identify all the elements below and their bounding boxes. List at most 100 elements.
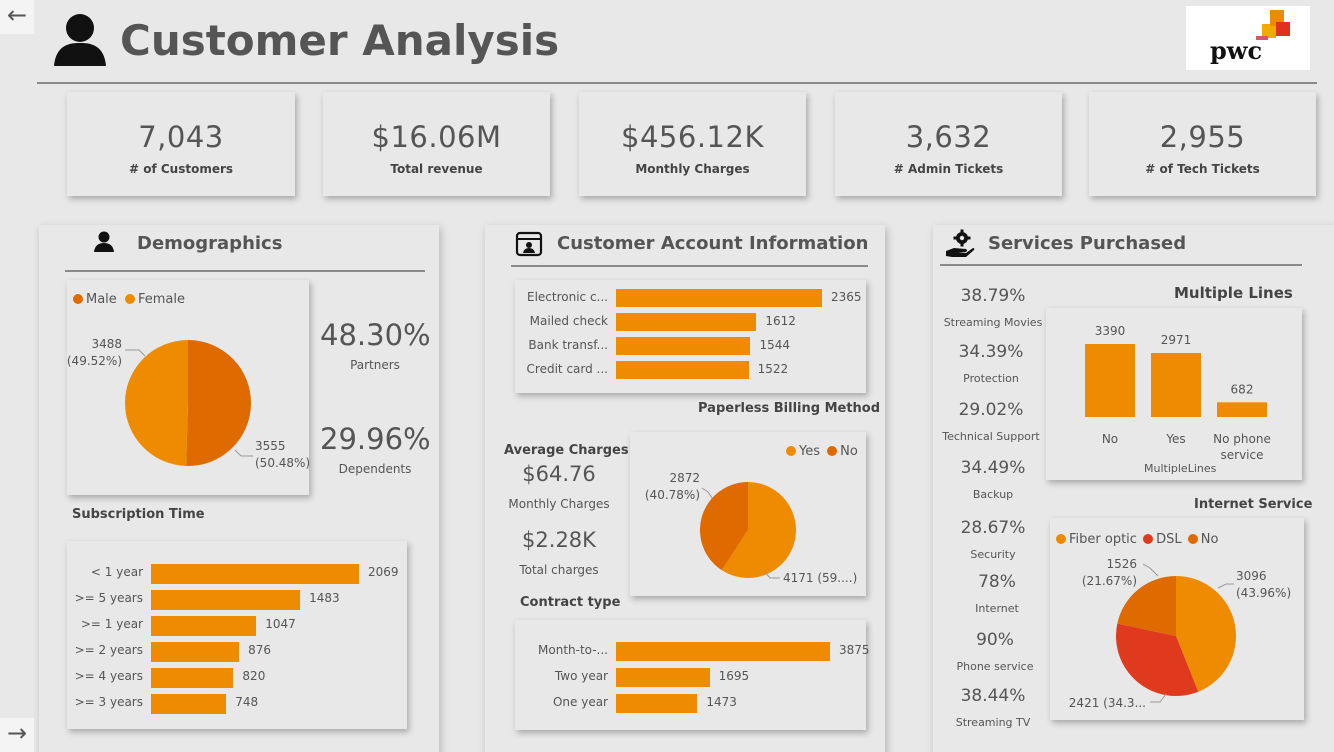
- bar-value: 3875: [839, 643, 870, 657]
- tick-label: Yes: [1165, 432, 1185, 446]
- bar-value: 2971: [1161, 333, 1192, 347]
- pie-slice-female[interactable]: [124, 340, 188, 466]
- contract-bar-chart[interactable]: Month-to-... 3875 Two year 1695 One year 1473: [515, 620, 870, 730]
- stat-streaming-movies-pct: 38.79%: [960, 286, 1026, 306]
- internet-pct-fiber: (43.96%): [1236, 586, 1291, 600]
- bar-label: >= 4 years: [74, 669, 143, 683]
- avg-charges-title: Average Charges: [504, 443, 629, 458]
- bar[interactable]: [1151, 353, 1201, 417]
- services-title: Services Purchased: [988, 233, 1187, 254]
- tick-label: No phone service: [1213, 432, 1271, 462]
- gender-label-male: 3555: [255, 439, 286, 453]
- internet-label-no: 1526: [1106, 557, 1137, 571]
- paperless-pie-chart[interactable]: 2872 (40.78%) 4171 (59....): [630, 432, 866, 596]
- stat-streaming-tv-label: Streaming TV: [955, 716, 1031, 729]
- stat-protection-label: Protection: [963, 372, 1019, 385]
- bar[interactable]: [616, 337, 751, 355]
- bar[interactable]: [151, 642, 240, 662]
- bar[interactable]: [616, 361, 749, 379]
- bar-value: 1522: [757, 362, 789, 376]
- kpi-value: $456.12K: [621, 120, 764, 154]
- bar[interactable]: [616, 313, 757, 331]
- bar-label: >= 1 year: [80, 617, 143, 631]
- avg-monthly-label: Monthly Charges: [508, 497, 610, 511]
- bar[interactable]: [616, 289, 822, 307]
- internet-label-fiber: 3096: [1236, 569, 1267, 583]
- person-icon: [93, 231, 115, 253]
- pie-slice-male[interactable]: [186, 340, 251, 466]
- bar-value: 2365: [831, 290, 862, 304]
- internet-pct-no: (21.67%): [1082, 574, 1137, 588]
- kpi-revenue: $16.06M Total revenue: [323, 92, 550, 196]
- stat-tech-support-pct: 29.02%: [958, 400, 1024, 420]
- kpi-tech-tickets: 2,955 # of Tech Tickets: [1089, 92, 1316, 196]
- gender-pie-chart[interactable]: 3488 (49.52%) 3555 (50.48%): [67, 300, 309, 490]
- account-card-icon: [515, 231, 543, 257]
- internet-service-title: Internet Service: [1194, 497, 1313, 512]
- kpi-value: 2,955: [1159, 120, 1246, 154]
- bar-label: >= 5 years: [74, 591, 143, 605]
- stat-backup-label: Backup: [972, 488, 1014, 501]
- back-arrow-button[interactable]: ←: [0, 0, 34, 34]
- dependents-pct: 29.96%: [320, 422, 431, 456]
- paperless-title: Paperless Billing Method: [698, 401, 881, 416]
- bar-label: Credit card ...: [526, 362, 608, 376]
- pwc-logo: pwc: [1186, 6, 1310, 70]
- bar-value: 2069: [368, 565, 399, 579]
- kpi-label: Total revenue: [390, 162, 483, 176]
- multiple-lines-bar-chart[interactable]: 3390 2971 682 No Yes No phone service: [1046, 308, 1302, 480]
- bar-label: Mailed check: [529, 314, 608, 328]
- stat-security-pct: 28.67%: [960, 518, 1026, 538]
- bar-label: Electronic c...: [526, 290, 608, 304]
- bar[interactable]: [616, 668, 710, 687]
- stat-backup-pct: 34.49%: [960, 458, 1026, 478]
- gender-pct-male: (50.48%): [255, 456, 309, 470]
- bar-value: 1544: [759, 338, 791, 352]
- demographics-title: Demographics: [137, 233, 283, 254]
- user-icon: [52, 12, 108, 66]
- bar-value: 1473: [706, 695, 737, 709]
- subscription-bar-chart[interactable]: < 1 year 2069 >= 5 years 1483 >= 1 year 1047 >…: [67, 541, 407, 729]
- bar[interactable]: [1217, 402, 1267, 417]
- bar[interactable]: [1085, 344, 1135, 417]
- stat-phone-pct: 90%: [976, 630, 1014, 650]
- bar-value: 3390: [1095, 324, 1126, 338]
- gender-pct-female: (49.52%): [67, 354, 122, 368]
- bar-label: Two year: [554, 669, 608, 683]
- header-rule: [37, 82, 1317, 84]
- services-rule: [940, 264, 1302, 266]
- tick-label: No: [1102, 432, 1118, 446]
- page-title: Customer Analysis: [120, 16, 560, 65]
- stat-protection-pct: 34.39%: [958, 342, 1024, 362]
- avg-monthly-value: $64.76: [522, 462, 596, 486]
- payment-method-bar-chart[interactable]: Electronic c... 2365 Mailed check 1612 Bank …: [515, 280, 866, 393]
- total-charges-label: Total charges: [519, 563, 599, 577]
- bar[interactable]: [151, 590, 301, 610]
- bar[interactable]: [151, 616, 257, 636]
- bar[interactable]: [616, 694, 698, 713]
- demographics-rule: [65, 270, 425, 272]
- internet-service-pie-chart[interactable]: 1526 (21.67%) 3096 (43.96%) 2421 (34.3..…: [1050, 518, 1304, 720]
- paperless-label-no: 2872: [669, 471, 700, 485]
- bar-label: Month-to-...: [538, 643, 608, 657]
- bar-label: < 1 year: [90, 565, 143, 579]
- bar[interactable]: [151, 694, 227, 714]
- bar-value: 1483: [309, 591, 340, 605]
- bar[interactable]: [151, 668, 234, 688]
- kpi-value: $16.06M: [371, 120, 502, 154]
- stat-internet-pct: 78%: [978, 572, 1016, 592]
- contract-title: Contract type: [520, 595, 621, 610]
- bar[interactable]: [616, 642, 830, 661]
- kpi-monthly-charges: $456.12K Monthly Charges: [579, 92, 806, 196]
- stat-phone-label: Phone service: [956, 660, 1034, 673]
- stat-streaming-tv-pct: 38.44%: [960, 686, 1026, 706]
- stat-internet-label: Internet: [975, 602, 1019, 615]
- total-charges-value: $2.28K: [522, 528, 596, 552]
- stat-streaming-movies-label: Streaming Movies: [943, 316, 1043, 329]
- bar-value: 876: [248, 643, 271, 657]
- bar[interactable]: [151, 564, 359, 584]
- bar-value: 1047: [265, 617, 296, 631]
- bar-value: 820: [242, 669, 266, 683]
- bar-label: One year: [552, 695, 608, 709]
- forward-arrow-button[interactable]: →: [0, 718, 34, 752]
